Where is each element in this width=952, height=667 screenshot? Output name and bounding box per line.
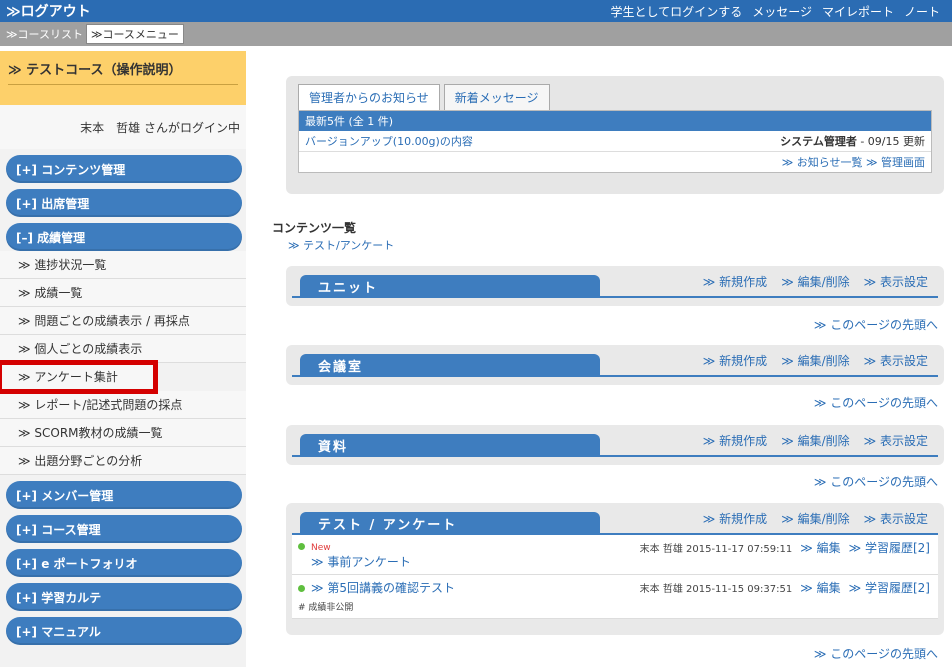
test-item-title[interactable]: ≫ 第5回講義の確認テスト (311, 581, 455, 595)
meeting-block-head: 会議室 ≫ 新規作成 ≫ 編集/削除 ≫ 表示設定 (292, 345, 938, 377)
sidebar-item-question-grades[interactable]: ≫ 問題ごとの成績表示 / 再採点 (0, 307, 246, 335)
unit-display-link[interactable]: ≫ 表示設定 (864, 273, 928, 290)
test-item-edit-link[interactable]: ≫ 編集 (800, 579, 840, 596)
meeting-display-link[interactable]: ≫ 表示設定 (864, 352, 928, 369)
unit-new-link[interactable]: ≫ 新規作成 (703, 273, 767, 290)
menu-grade-management[interactable]: [–] 成績管理 (6, 223, 242, 251)
menu-learning-record[interactable]: [+] 学習カルテ (6, 583, 242, 611)
main-content: 管理者からのお知らせ 新着メッセージ 最新5件 (全 1 件) バージョンアップ… (250, 51, 952, 667)
notice-list-link[interactable]: ≫ お知らせ一覧 (782, 156, 863, 169)
page-top-link-3[interactable]: ≫ このページの先頭へ (814, 473, 938, 490)
test-new-link[interactable]: ≫ 新規作成 (703, 510, 767, 527)
sidebar-item-progress[interactable]: ≫ 進捗状況一覧 (0, 251, 246, 279)
notice-header: 最新5件 (全 1 件) (299, 111, 931, 131)
notes-link[interactable]: ノート (904, 3, 940, 20)
sidebar: ≫ テストコース（操作説明） 末本 哲雄 さんがログイン中 [+] コンテンツ管… (0, 51, 246, 667)
menu-eportfolio[interactable]: [+] e ポートフォリオ (6, 549, 242, 577)
messages-link[interactable]: メッセージ (752, 3, 812, 20)
test-item-meta: 末本 哲雄 2015-11-15 09:37:51 ≫ 編集 ≫ 学習履歴[2] (640, 579, 930, 596)
test-title: テスト / アンケート (300, 512, 600, 534)
contents-test-link[interactable]: ≫ テスト/アンケート (288, 237, 394, 253)
test-block-head: テスト / アンケート ≫ 新規作成 ≫ 編集/削除 ≫ 表示設定 (292, 503, 938, 535)
breadcrumb-course-menu[interactable]: ≫コースメニュー (85, 24, 184, 44)
page-top-link-1[interactable]: ≫ このページの先頭へ (814, 316, 938, 333)
notice-author: システム管理者 (780, 135, 857, 148)
test-row-survey: New ≫ 事前アンケート 末本 哲雄 2015-11-17 07:59:11 … (292, 535, 938, 575)
my-report-link[interactable]: マイレポート (822, 3, 894, 20)
course-title: ≫ テストコース（操作説明） (0, 51, 246, 105)
notice-admin-link[interactable]: ≫ 管理画面 (866, 156, 925, 169)
tab-admin-notices[interactable]: 管理者からのお知らせ (298, 84, 440, 110)
published-dot-icon (298, 543, 305, 550)
breadcrumb-course-list[interactable]: ≫コースリスト (6, 26, 83, 42)
test-item-history-link[interactable]: ≫ 学習履歴[2] (849, 539, 930, 556)
course-title-text: ≫ テストコース（操作説明） (8, 59, 238, 85)
contents-label: コンテンツ一覧 (272, 221, 357, 235)
menu-attendance-management[interactable]: [+] 出席管理 (6, 189, 242, 217)
unit-title: ユニット (300, 275, 600, 297)
meeting-edit-link[interactable]: ≫ 編集/削除 (781, 352, 849, 369)
test-block: テスト / アンケート ≫ 新規作成 ≫ 編集/削除 ≫ 表示設定 New ≫ … (286, 503, 944, 635)
new-badge: New (311, 543, 331, 553)
material-block: 資料 ≫ 新規作成 ≫ 編集/削除 ≫ 表示設定 (286, 425, 944, 465)
notice-item: バージョンアップ(10.00g)の内容 システム管理者 - 09/15 更新 (299, 131, 931, 152)
unit-actions: ≫ 新規作成 ≫ 編集/削除 ≫ 表示設定 (703, 273, 928, 290)
test-item-status: # 成績非公開 (298, 603, 354, 613)
test-row-quiz: ≫ 第5回講義の確認テスト # 成績非公開 末本 哲雄 2015-11-15 0… (292, 575, 938, 619)
published-dot-icon (298, 585, 305, 592)
topbar-links: 学生としてログインする メッセージ マイレポート ノート (611, 3, 940, 20)
topbar: ≫ログアウト 学生としてログインする メッセージ マイレポート ノート (0, 0, 952, 22)
login-status: 末本 哲雄 さんがログイン中 (0, 105, 246, 149)
material-block-head: 資料 ≫ 新規作成 ≫ 編集/削除 ≫ 表示設定 (292, 425, 938, 457)
unit-block-head: ユニット ≫ 新規作成 ≫ 編集/削除 ≫ 表示設定 (292, 266, 938, 298)
unit-block: ユニット ≫ 新規作成 ≫ 編集/削除 ≫ 表示設定 (286, 266, 944, 306)
sidebar-item-scorm-grades[interactable]: ≫ SCORM教材の成績一覧 (0, 419, 246, 447)
page-top-link-2[interactable]: ≫ このページの先頭へ (814, 394, 938, 411)
test-item-author-date: 末本 哲雄 2015-11-15 09:37:51 (639, 584, 793, 595)
test-item-author-date: 末本 哲雄 2015-11-17 07:59:11 (639, 544, 793, 555)
material-title: 資料 (300, 434, 600, 456)
meeting-block: 会議室 ≫ 新規作成 ≫ 編集/削除 ≫ 表示設定 (286, 345, 944, 385)
test-display-link[interactable]: ≫ 表示設定 (864, 510, 928, 527)
test-item-title[interactable]: ≫ 事前アンケート (298, 555, 411, 569)
test-edit-link[interactable]: ≫ 編集/削除 (781, 510, 849, 527)
breadcrumb: ≫コースリスト ≫コースメニュー (0, 22, 952, 46)
tab-new-messages[interactable]: 新着メッセージ (443, 84, 550, 110)
notice-item-title[interactable]: バージョンアップ(10.00g)の内容 (305, 133, 473, 149)
menu-member-management[interactable]: [+] メンバー管理 (6, 481, 242, 509)
sidebar-item-individual-grades[interactable]: ≫ 個人ごとの成績表示 (0, 335, 246, 363)
test-item-history-link[interactable]: ≫ 学習履歴[2] (849, 579, 930, 596)
material-actions: ≫ 新規作成 ≫ 編集/削除 ≫ 表示設定 (703, 432, 928, 449)
notice-panel: 管理者からのお知らせ 新着メッセージ 最新5件 (全 1 件) バージョンアップ… (286, 76, 944, 194)
sidebar-item-grades[interactable]: ≫ 成績一覧 (0, 279, 246, 307)
menu-content-management[interactable]: [+] コンテンツ管理 (6, 155, 242, 183)
material-edit-link[interactable]: ≫ 編集/削除 (781, 432, 849, 449)
material-display-link[interactable]: ≫ 表示設定 (864, 432, 928, 449)
meeting-actions: ≫ 新規作成 ≫ 編集/削除 ≫ 表示設定 (703, 352, 928, 369)
test-item-meta: 末本 哲雄 2015-11-17 07:59:11 ≫ 編集 ≫ 学習履歴[2] (640, 539, 930, 556)
menu-manual[interactable]: [+] マニュアル (6, 617, 242, 645)
meeting-title: 会議室 (300, 354, 600, 376)
menu-course-management[interactable]: [+] コース管理 (6, 515, 242, 543)
sidebar-item-survey-summary[interactable]: ≫ アンケート集計 (0, 360, 158, 394)
notice-tabs: 管理者からのお知らせ 新着メッセージ (298, 84, 932, 110)
test-actions: ≫ 新規作成 ≫ 編集/削除 ≫ 表示設定 (703, 510, 928, 527)
login-as-student-link[interactable]: 学生としてログインする (611, 3, 743, 20)
notice-links: ≫ お知らせ一覧 ≫ 管理画面 (299, 152, 931, 172)
unit-edit-link[interactable]: ≫ 編集/削除 (781, 273, 849, 290)
notice-box: 最新5件 (全 1 件) バージョンアップ(10.00g)の内容 システム管理者… (298, 110, 932, 173)
notice-date: - 09/15 更新 (856, 135, 925, 148)
page-top-link-4[interactable]: ≫ このページの先頭へ (814, 645, 938, 662)
test-item-edit-link[interactable]: ≫ 編集 (800, 539, 840, 556)
sidebar-item-field-analysis[interactable]: ≫ 出題分野ごとの分析 (0, 447, 246, 475)
notice-item-meta: システム管理者 - 09/15 更新 (780, 133, 925, 149)
meeting-new-link[interactable]: ≫ 新規作成 (703, 352, 767, 369)
sidebar-item-report-grading[interactable]: ≫ レポート/記述式問題の採点 (0, 391, 246, 419)
logout-link[interactable]: ≫ログアウト (6, 1, 91, 21)
material-new-link[interactable]: ≫ 新規作成 (703, 432, 767, 449)
